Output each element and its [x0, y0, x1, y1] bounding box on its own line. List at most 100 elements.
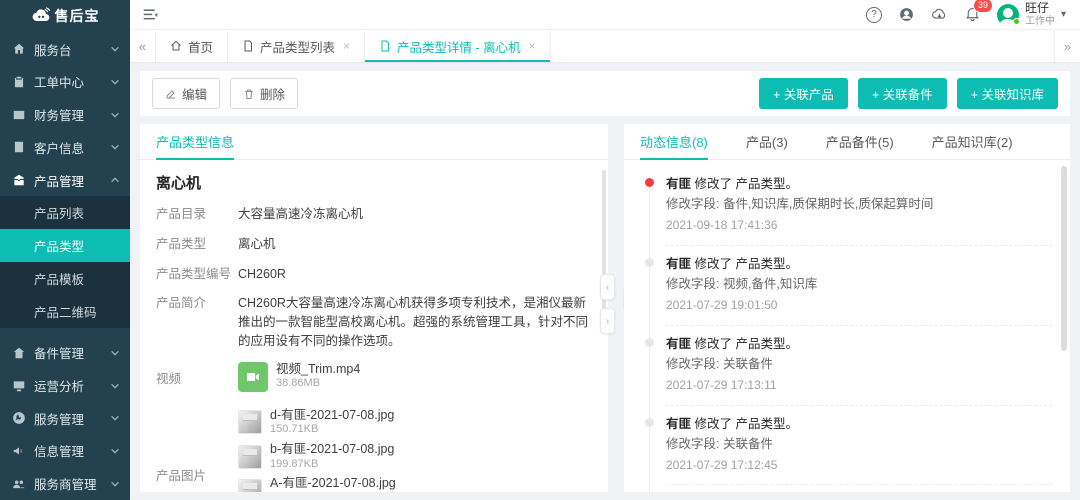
collapse-right-icon[interactable]: ›	[600, 308, 615, 334]
sidebar-item-product-list[interactable]: 产品列表	[0, 196, 130, 229]
tab-spare-parts[interactable]: 产品备件(5)	[826, 124, 894, 159]
link-part-button[interactable]: + 关联备件	[858, 78, 947, 109]
right-panel-scrollbar[interactable]	[1061, 166, 1067, 486]
delete-button[interactable]: 删除	[230, 78, 298, 109]
sidebar-item-label: 产品管理	[34, 171, 102, 190]
chevron-up-icon	[110, 175, 120, 185]
chevron-down-icon	[110, 348, 120, 358]
sidebar-item-customers[interactable]: 客户信息	[0, 131, 130, 164]
chevron-down-icon	[110, 44, 120, 54]
trash-icon	[243, 88, 255, 100]
tabs-scroll-right[interactable]: »	[1054, 30, 1080, 62]
tab-label: 首页	[188, 37, 213, 56]
timestamp: 2021-07-29 19:01:50	[666, 295, 1052, 317]
edit-button[interactable]: 编辑	[152, 78, 220, 109]
wallet-icon	[12, 108, 26, 122]
sidebar-item-service-desk[interactable]: 服务台	[0, 33, 130, 66]
sidebar-item-label: 产品模板	[34, 269, 84, 288]
image-file[interactable]: A-有匪-2021-07-08.jpg 153.42KB	[238, 476, 396, 492]
notifications-button[interactable]: 39	[964, 5, 981, 25]
id-card-icon	[12, 140, 26, 154]
sidebar-item-analytics[interactable]: 运营分析	[0, 369, 130, 402]
tab-products[interactable]: 产品(3)	[746, 124, 788, 159]
edit-icon	[165, 88, 177, 100]
sidebar-item-label: 产品二维码	[34, 302, 97, 321]
user-status: 工作中	[1025, 16, 1055, 27]
delete-label: 删除	[260, 84, 285, 103]
changed-fields: 修改字段: 关联备件	[666, 434, 1052, 455]
field-catalog: 产品目录 大容量高速冷冻离心机	[156, 205, 592, 224]
file-name: A-有匪-2021-07-08.jpg	[270, 476, 396, 492]
chevron-down-icon	[110, 381, 120, 391]
timeline-entry: 有匪 修改了 产品类型。 修改字段: 备件,知识库,质保期时长,质保起算时间 2…	[666, 174, 1052, 246]
video-file[interactable]: 视频_Trim.mp4 38.86MB	[238, 362, 360, 392]
close-icon[interactable]: ×	[343, 39, 350, 53]
panel-splitter: ‹ ›	[600, 274, 615, 334]
sidebar-item-label: 服务商管理	[34, 474, 102, 493]
sidebar-item-service-mgmt[interactable]: 服务管理	[0, 402, 130, 435]
people-icon	[12, 477, 26, 491]
file-name: d-有匪-2021-07-08.jpg	[270, 408, 394, 424]
sidebar-item-label: 财务管理	[34, 105, 102, 124]
sidebar-item-work-orders[interactable]: 工单中心	[0, 65, 130, 98]
timeline-entry: 有匪 修改了 产品类型。 修改字段: 关联备件 2021-07-29 17:13…	[666, 334, 1052, 406]
sidebar-item-label: 产品列表	[34, 203, 84, 222]
field-label: 产品简介	[156, 294, 238, 350]
sidebar-item-info-mgmt[interactable]: 信息管理	[0, 435, 130, 468]
sidebar-item-product-type[interactable]: 产品类型	[0, 229, 130, 262]
field-type: 产品类型 离心机	[156, 235, 592, 254]
scrollbar-thumb[interactable]	[1061, 166, 1067, 351]
help-icon[interactable]: ?	[866, 7, 882, 23]
sidebar-item-product-qrcode[interactable]: 产品二维码	[0, 295, 130, 328]
video-icon	[238, 362, 268, 392]
tab-home[interactable]: 首页	[156, 30, 228, 62]
chevron-down-icon	[110, 446, 120, 456]
collapse-left-icon[interactable]: ‹	[600, 274, 615, 300]
tab-activity[interactable]: 动态信息(8)	[640, 124, 708, 159]
app-name: 售后宝	[55, 6, 100, 26]
action-text: 修改了 产品类型。	[695, 417, 798, 431]
megaphone-icon	[12, 444, 26, 458]
field-label: 产品图片	[156, 467, 238, 486]
tabs-scroll-left[interactable]: «	[130, 30, 156, 62]
product-box-icon	[12, 173, 26, 187]
tab-product-type-list[interactable]: 产品类型列表 ×	[228, 30, 365, 62]
app-logo[interactable]: 售后宝	[0, 0, 130, 33]
sidebar-item-product-template[interactable]: 产品模板	[0, 262, 130, 295]
collapse-sidebar-icon[interactable]	[142, 6, 159, 23]
file-size: 38.86MB	[276, 377, 360, 391]
right-panel-tabs: 动态信息(8) 产品(3) 产品备件(5) 产品知识库(2)	[624, 124, 1070, 160]
sidebar: 售后宝 服务台 工单中心 财务管理 客户信息 产品管理 产品列表 产品类型 产品…	[0, 0, 130, 500]
content-area: 编辑 删除 + 关联产品 + 关联备件 + 关联知识库 产品类型信息 离心机	[130, 63, 1080, 500]
sidebar-item-spare-parts[interactable]: 备件管理	[0, 336, 130, 369]
changed-fields: 修改字段: 关联备件	[666, 354, 1052, 375]
cloud-download-icon[interactable]	[931, 6, 948, 23]
image-file[interactable]: b-有匪-2021-07-08.jpg 199.87KB	[238, 442, 396, 471]
close-icon[interactable]: ×	[529, 39, 536, 53]
chevron-down-icon	[110, 110, 120, 120]
tab-knowledge[interactable]: 产品知识库(2)	[932, 124, 1013, 159]
image-file[interactable]: d-有匪-2021-07-08.jpg 150.71KB	[238, 408, 396, 437]
support-agent-icon[interactable]	[898, 6, 915, 23]
link-product-button[interactable]: + 关联产品	[759, 78, 848, 109]
tab-product-type-info[interactable]: 产品类型信息	[156, 124, 234, 159]
user-menu[interactable]: 旺仔 工作中 ▾	[997, 2, 1066, 26]
file-name: b-有匪-2021-07-08.jpg	[270, 442, 394, 458]
service-icon	[12, 411, 26, 425]
sidebar-item-products[interactable]: 产品管理	[0, 164, 130, 197]
field-video: 视频 视频_Trim.mp4 38.86MB	[156, 362, 592, 397]
tab-label: 产品类型列表	[260, 37, 335, 56]
field-value: CH260R	[238, 265, 592, 284]
field-product-images: 产品图片 d-有匪-2021-07-08.jpg 150.71KB	[156, 408, 592, 493]
link-knowledge-button[interactable]: + 关联知识库	[957, 78, 1058, 109]
field-value: CH260R大容量高速冷冻离心机获得多项专利技术，是湘仪最新推出的一款智能型高校…	[238, 294, 592, 350]
action-toolbar: 编辑 删除 + 关联产品 + 关联备件 + 关联知识库	[140, 71, 1070, 116]
edit-label: 编辑	[182, 84, 207, 103]
sidebar-item-label: 客户信息	[34, 138, 102, 157]
sidebar-item-finance[interactable]: 财务管理	[0, 98, 130, 131]
actor-name: 有匪	[666, 337, 691, 351]
sidebar-item-provider-mgmt[interactable]: 服务商管理	[0, 467, 130, 500]
timestamp: 2021-07-29 17:13:11	[666, 375, 1052, 397]
document-icon	[379, 40, 391, 52]
tab-product-type-detail[interactable]: 产品类型详情 - 离心机 ×	[365, 30, 551, 62]
